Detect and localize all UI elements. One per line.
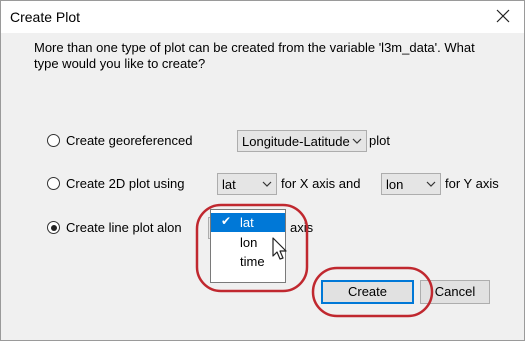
axis-dropdown-list[interactable]: ✔ lat lon time <box>210 209 286 283</box>
plot2d-suffix: for Y axis <box>445 176 499 191</box>
dropdown-item-label: time <box>240 254 265 269</box>
prompt-text: More than one type of plot can be create… <box>34 40 475 71</box>
line-label: Create line plot alon <box>66 220 182 235</box>
y-axis-combo-value: lon <box>386 177 404 192</box>
georef-combo-value: Longitude-Latitude <box>242 134 350 149</box>
x-axis-combo[interactable]: lat <box>217 173 277 195</box>
plot2d-label: Create 2D plot using <box>66 176 185 191</box>
plot2d-radio[interactable] <box>47 177 60 190</box>
georef-label: Create georeferenced <box>66 133 193 148</box>
cancel-button[interactable]: Cancel <box>420 280 490 304</box>
georef-combo[interactable]: Longitude-Latitude <box>237 130 367 152</box>
plot2d-middle: for X axis and <box>281 176 361 191</box>
x-axis-combo-value: lat <box>222 177 236 192</box>
dropdown-item-lat[interactable]: ✔ lat <box>211 213 285 232</box>
checkmark-icon: ✔ <box>221 214 232 228</box>
line-suffix: axis <box>290 220 314 235</box>
georef-radio[interactable] <box>47 134 60 147</box>
y-axis-combo[interactable]: lon <box>381 173 441 195</box>
create-button[interactable]: Create <box>321 280 414 304</box>
option-georeferenced[interactable]: Create georeferenced Longitude-Latitude … <box>47 130 447 154</box>
dropdown-item-time[interactable]: time <box>211 252 285 271</box>
chevron-down-icon <box>261 177 273 191</box>
close-icon[interactable] <box>492 5 514 27</box>
dropdown-item-label: lon <box>240 235 258 250</box>
option-2d-plot[interactable]: Create 2D plot using lat for X axis and … <box>47 173 517 197</box>
georef-suffix: plot <box>369 133 390 148</box>
dialog-title: Create Plot <box>10 9 81 25</box>
chevron-down-icon <box>351 134 363 148</box>
option-line-plot[interactable]: Create line plot alon lat axis <box>47 217 367 241</box>
line-radio[interactable] <box>47 221 60 234</box>
dropdown-item-label: lat <box>240 215 254 230</box>
chevron-down-icon <box>425 177 437 191</box>
title-bar: Create Plot <box>1 1 524 33</box>
dropdown-item-lon[interactable]: lon <box>211 233 285 252</box>
